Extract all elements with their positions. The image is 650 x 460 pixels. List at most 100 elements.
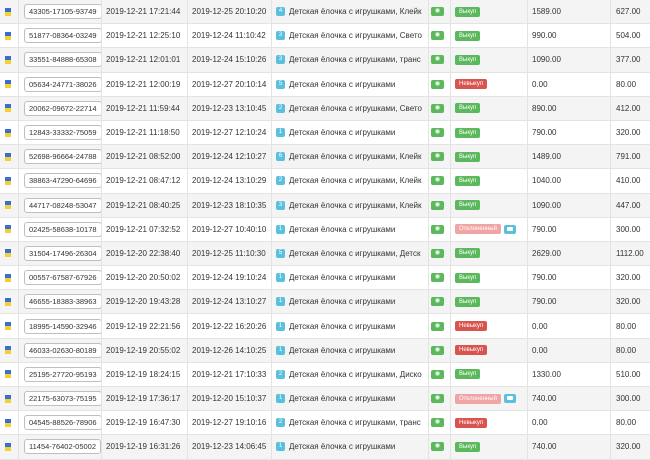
eye-icon[interactable]: ◉ <box>431 297 444 307</box>
product-name: Детская ёлочка с игрушками <box>289 394 396 404</box>
column-divider <box>610 169 611 193</box>
created-date: 2019-12-21 12:25:10 <box>106 31 181 41</box>
commission-amount: 80.00 <box>616 321 637 331</box>
tracking-number[interactable]: 05634-24771-38026 <box>24 76 102 92</box>
eye-icon[interactable]: ◉ <box>431 176 444 186</box>
quantity-badge: 5 <box>276 79 285 89</box>
column-divider <box>18 145 19 169</box>
eye-icon[interactable]: ◉ <box>431 31 444 41</box>
tracking-number[interactable]: 25195-27720-95193 <box>24 366 102 382</box>
tracking-number[interactable]: 04545-88526-78906 <box>24 415 102 431</box>
created-date: 2019-12-19 22:21:56 <box>106 321 181 331</box>
order-price: 0.00 <box>532 418 548 428</box>
column-divider <box>18 387 19 411</box>
eye-icon[interactable]: ◉ <box>431 321 444 331</box>
region-flag-icon <box>5 169 11 192</box>
tracking-number-cell: 52698-96664-24788 <box>24 145 102 168</box>
eye-icon[interactable]: ◉ <box>431 55 444 65</box>
view-cell: ◉ <box>431 242 447 265</box>
tracking-number-cell: 20062-09672-22714 <box>24 97 102 120</box>
column-divider <box>610 411 611 435</box>
commission-amount: 320.00 <box>616 273 641 283</box>
eye-icon[interactable]: ◉ <box>431 7 444 17</box>
column-divider <box>187 0 188 24</box>
eye-icon[interactable]: ◉ <box>431 248 444 258</box>
quantity-badge: 1 <box>276 345 285 355</box>
eye-icon[interactable]: ◉ <box>431 394 444 404</box>
column-divider <box>101 314 102 338</box>
tracking-number[interactable]: 11454-76402-05002 <box>24 439 102 455</box>
table-row: 25195-27720-95193 2019-12-19 18:24:15 20… <box>0 362 650 387</box>
eye-icon[interactable]: ◉ <box>431 224 444 234</box>
product-cell: 1 Детская ёлочка с игрушками <box>276 218 428 241</box>
tracking-number[interactable]: 52698-96664-24788 <box>24 149 102 165</box>
column-divider <box>271 48 272 72</box>
view-cell: ◉ <box>431 387 447 410</box>
product-name: Детская ёлочка с игрушками <box>289 345 396 355</box>
tracking-number[interactable]: 51877-08364-03249 <box>24 28 102 44</box>
eye-icon[interactable]: ◉ <box>431 128 444 138</box>
column-divider <box>610 0 611 24</box>
region-flag-icon <box>5 387 11 410</box>
eye-icon[interactable]: ◉ <box>431 418 444 428</box>
eye-icon[interactable]: ◉ <box>431 103 444 113</box>
quantity-badge: 1 <box>276 394 285 404</box>
created-date: 2019-12-20 19:43:28 <box>106 297 181 307</box>
commission-amount: 510.00 <box>616 369 641 379</box>
column-divider <box>527 0 528 24</box>
comment-icon[interactable] <box>503 394 516 404</box>
eye-icon[interactable]: ◉ <box>431 200 444 210</box>
tracking-number[interactable]: 31504-17496-26304 <box>24 245 102 261</box>
column-divider <box>187 290 188 314</box>
product-cell: 1 Детская ёлочка с игрушками <box>276 314 428 337</box>
column-divider <box>101 24 102 48</box>
tracking-number[interactable]: 43305-17105-93749 <box>24 4 102 20</box>
changed-date: 2019-12-21 17:10:33 <box>192 369 267 379</box>
product-name: Детская ёлочка с игрушками, Диско <box>289 369 422 379</box>
changed-date: 2019-12-24 11:10:42 <box>192 31 266 41</box>
column-divider <box>428 169 429 193</box>
commission-amount: 80.00 <box>616 418 637 428</box>
eye-icon[interactable]: ◉ <box>431 369 444 379</box>
comment-icon[interactable] <box>503 224 516 234</box>
column-divider <box>428 24 429 48</box>
status-badge: Выкуп <box>455 441 481 452</box>
eye-icon[interactable]: ◉ <box>431 442 444 452</box>
column-divider <box>187 48 188 72</box>
eye-icon[interactable]: ◉ <box>431 79 444 89</box>
tracking-number[interactable]: 44717-08248-53047 <box>24 197 102 213</box>
eye-icon[interactable]: ◉ <box>431 152 444 162</box>
column-divider <box>527 266 528 290</box>
region-flag-icon <box>5 121 11 144</box>
column-divider <box>18 96 19 120</box>
order-price: 1090.00 <box>532 200 561 210</box>
region-flag-icon <box>5 48 11 71</box>
eye-icon[interactable]: ◉ <box>431 273 444 283</box>
view-cell: ◉ <box>431 290 447 313</box>
column-divider <box>527 290 528 314</box>
status-badge: Выкуп <box>455 127 481 138</box>
column-divider <box>450 411 451 435</box>
column-divider <box>187 387 188 411</box>
column-divider <box>101 0 102 24</box>
product-name: Детская ёлочка с игрушками, Клейк <box>289 152 422 162</box>
tracking-number[interactable]: 02425-58638-10178 <box>24 221 102 237</box>
column-divider <box>428 435 429 459</box>
tracking-number[interactable]: 33551-84888-65308 <box>24 52 102 68</box>
tracking-number-cell: 51877-08364-03249 <box>24 24 102 47</box>
column-divider <box>610 96 611 120</box>
eye-icon[interactable]: ◉ <box>431 345 444 355</box>
tracking-number[interactable]: 38863-47290-64696 <box>24 173 102 189</box>
tracking-number[interactable]: 46033-02630-80189 <box>24 342 102 358</box>
tracking-number[interactable]: 00557-67587-67926 <box>24 270 102 286</box>
tracking-number[interactable]: 22175-63073-75195 <box>24 391 102 407</box>
tracking-number[interactable]: 20062-09672-22714 <box>24 100 102 116</box>
column-divider <box>527 217 528 241</box>
tracking-number[interactable]: 18995-14590-32946 <box>24 318 102 334</box>
column-divider <box>187 435 188 459</box>
view-cell: ◉ <box>431 339 447 362</box>
order-price: 790.00 <box>532 128 557 138</box>
tracking-number[interactable]: 46655-18383-38963 <box>24 294 102 310</box>
column-divider <box>527 145 528 169</box>
tracking-number[interactable]: 12843-33332-75059 <box>24 125 102 141</box>
